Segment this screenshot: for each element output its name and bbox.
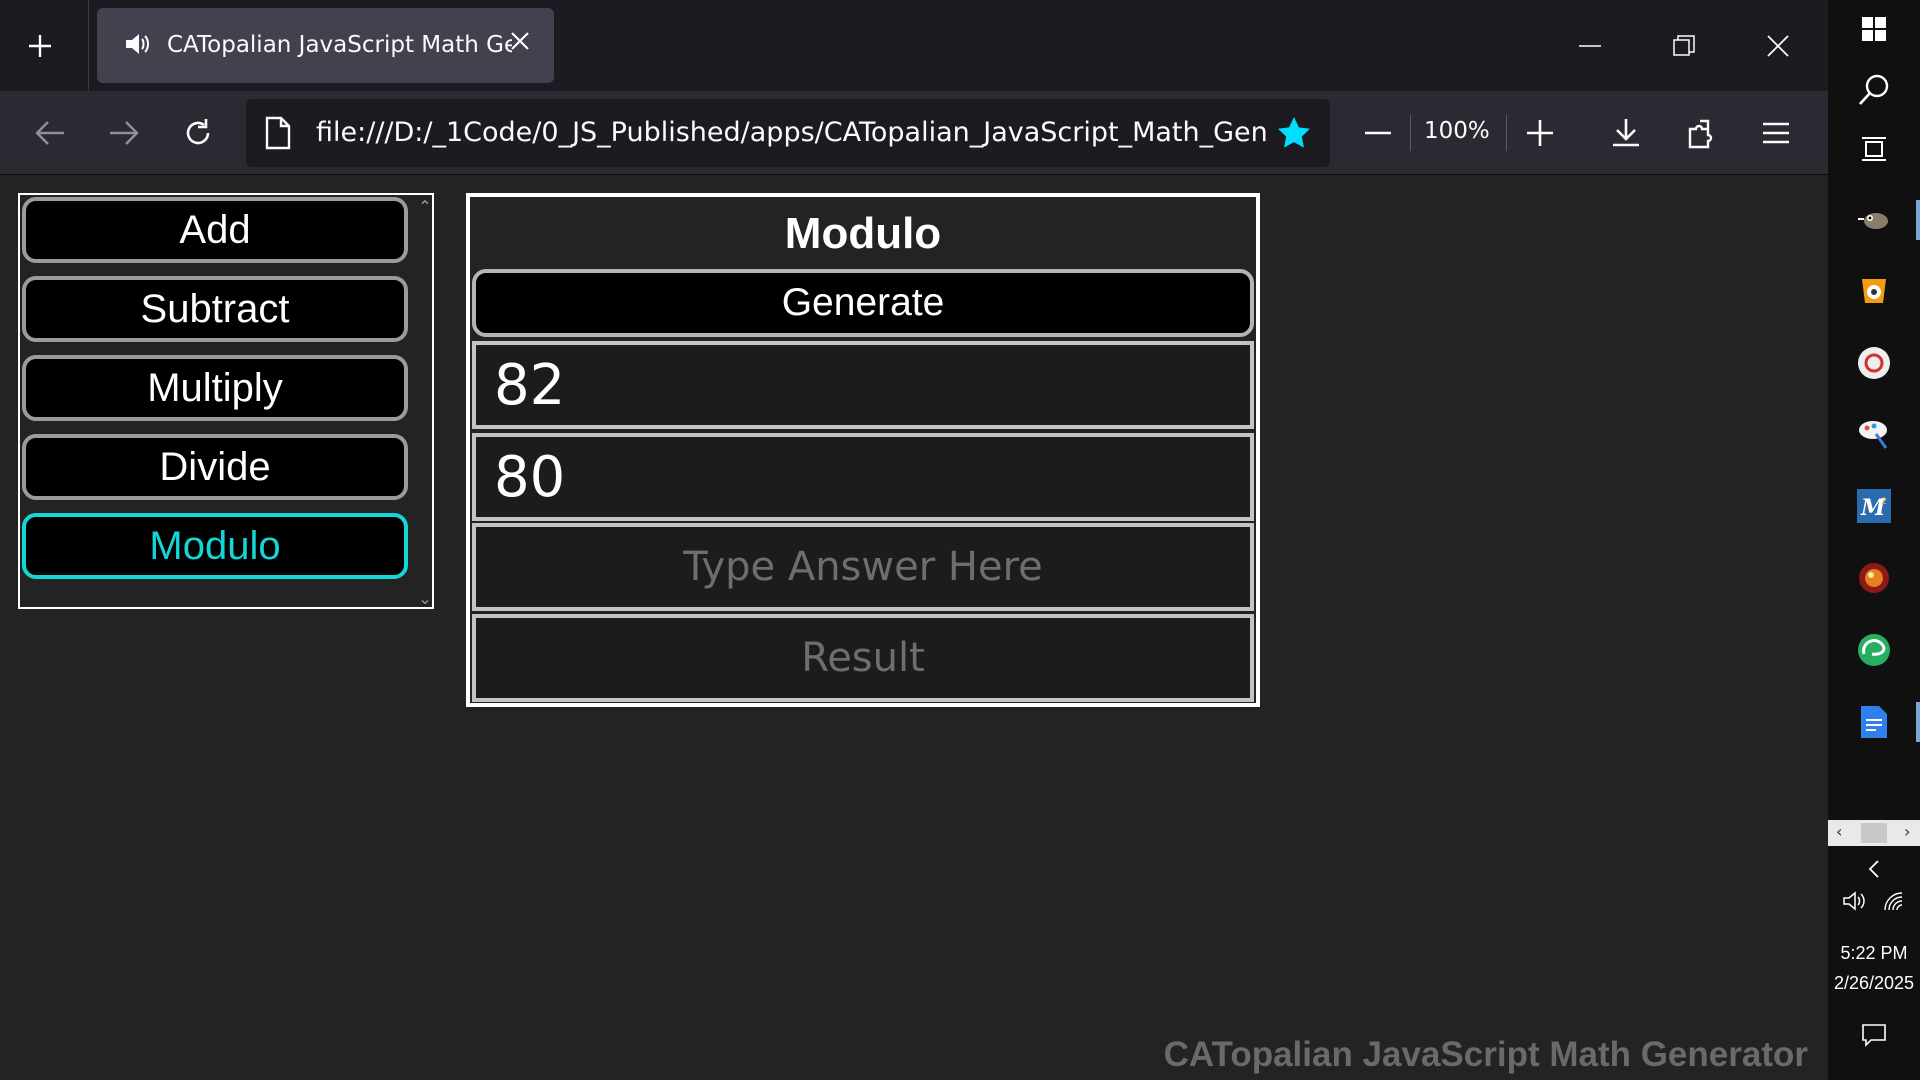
volume-icon[interactable] [1842, 890, 1868, 916]
footer-brand: CATopalian JavaScript Math Generator [1163, 1035, 1808, 1074]
windows-taskbar: M2 ‹ › 5:22 PM 2/26/2025 [1828, 0, 1920, 1080]
restore-button[interactable] [1654, 22, 1714, 70]
zoom-separator [1410, 115, 1411, 151]
arrow-left-icon [35, 121, 64, 145]
close-window-button[interactable] [1748, 22, 1808, 70]
browser-window: CATopalian JavaScript Math Generator [0, 0, 1828, 1080]
task-view-icon[interactable] [1828, 132, 1920, 166]
network-icon[interactable] [1882, 890, 1906, 916]
reload-icon [186, 119, 210, 145]
scroll-up-icon[interactable]: ⌃ [416, 197, 432, 216]
running-indicator [1916, 200, 1920, 240]
page-content: Add Subtract Multiply Divide Modulo ⌃ ⌄ … [0, 175, 1828, 1080]
multiply-button[interactable]: Multiply [22, 355, 408, 421]
taskbar-scrollbar[interactable]: ‹ › [1828, 820, 1920, 846]
number2-field: 80 [472, 433, 1254, 521]
nav-toolbar: file:///D:/_1Code/0_JS_Published/apps/CA… [0, 91, 1828, 175]
speaker-icon[interactable] [123, 30, 153, 62]
result-field: Result [472, 614, 1254, 702]
zoom-separator [1506, 115, 1507, 151]
search-icon[interactable] [1828, 70, 1920, 110]
edge-icon[interactable] [1828, 630, 1920, 670]
close-icon [1767, 35, 1789, 57]
divide-button[interactable]: Divide [22, 434, 408, 500]
calculator-panel: Modulo Generate 82 80 Type Answer Here R… [466, 193, 1260, 707]
zoom-in-button[interactable] [1514, 107, 1566, 159]
plus-icon [29, 35, 51, 57]
game-icon[interactable] [1828, 558, 1920, 598]
operation-title: Modulo [784, 209, 942, 258]
downloads-button[interactable] [1600, 107, 1652, 159]
paint-icon[interactable] [1828, 414, 1920, 454]
minimize-button[interactable] [1560, 22, 1620, 70]
bookmark-star-icon[interactable] [1276, 115, 1312, 155]
svg-text:2: 2 [1881, 497, 1887, 507]
tab-strip: CATopalian JavaScript Math Generator [0, 0, 1828, 91]
tab-active[interactable]: CATopalian JavaScript Math Generator [97, 8, 554, 83]
extensions-button[interactable] [1676, 107, 1728, 159]
tab-title: CATopalian JavaScript Math Generator [167, 32, 512, 58]
back-button[interactable] [24, 107, 76, 159]
clock-time: 5:22 PM [1840, 943, 1908, 963]
scroll-down-icon[interactable]: ⌄ [416, 589, 432, 608]
number1-field: 82 [472, 341, 1254, 429]
add-button[interactable]: Add [22, 197, 408, 263]
arrow-right-icon [110, 121, 139, 145]
minus-icon [1365, 131, 1391, 135]
download-icon [1613, 119, 1639, 147]
mathtype-icon[interactable]: M2 [1828, 486, 1920, 526]
operation-list[interactable]: Add Subtract Multiply Divide Modulo ⌃ ⌄ [18, 193, 434, 609]
forward-button[interactable] [98, 107, 150, 159]
puzzle-icon [1688, 119, 1713, 149]
close-tab-icon[interactable] [509, 30, 531, 56]
modulo-button[interactable]: Modulo [22, 513, 408, 579]
minimize-icon [1579, 45, 1601, 47]
answer-input[interactable]: Type Answer Here [472, 523, 1254, 611]
address-bar[interactable]: file:///D:/_1Code/0_JS_Published/apps/CA… [246, 99, 1330, 167]
scroll-thumb[interactable] [1861, 823, 1887, 843]
zoom-out-button[interactable] [1352, 107, 1404, 159]
tab-separator [88, 0, 89, 91]
zoom-level[interactable]: 100% [1424, 118, 1490, 144]
scroll-left-icon[interactable]: ‹ [1836, 822, 1842, 841]
plus-icon [1527, 120, 1553, 146]
generate-button[interactable]: Generate [472, 269, 1254, 337]
system-clock[interactable]: 5:22 PM 2/26/2025 [1828, 938, 1920, 998]
docs-icon[interactable] [1828, 702, 1920, 742]
clock-date: 2/26/2025 [1833, 973, 1915, 993]
new-tab-button[interactable] [12, 22, 68, 70]
running-indicator [1916, 702, 1920, 742]
hamburger-menu-icon [1763, 122, 1789, 144]
scroll-right-icon[interactable]: › [1904, 822, 1910, 841]
menu-button[interactable] [1750, 107, 1802, 159]
windows-start-icon[interactable] [1828, 12, 1920, 46]
notifications-icon[interactable] [1828, 1020, 1920, 1050]
gimp-icon[interactable] [1828, 200, 1920, 240]
restore-icon [1673, 35, 1695, 56]
autodesk-icon[interactable] [1828, 343, 1920, 383]
reload-button[interactable] [172, 107, 224, 159]
subtract-button[interactable]: Subtract [22, 276, 408, 342]
url-text[interactable]: file:///D:/_1Code/0_JS_Published/apps/CA… [316, 117, 1266, 148]
page-icon [264, 116, 292, 154]
show-hidden-icons-chevron[interactable] [1828, 854, 1920, 884]
ventoy-icon[interactable] [1828, 272, 1920, 312]
